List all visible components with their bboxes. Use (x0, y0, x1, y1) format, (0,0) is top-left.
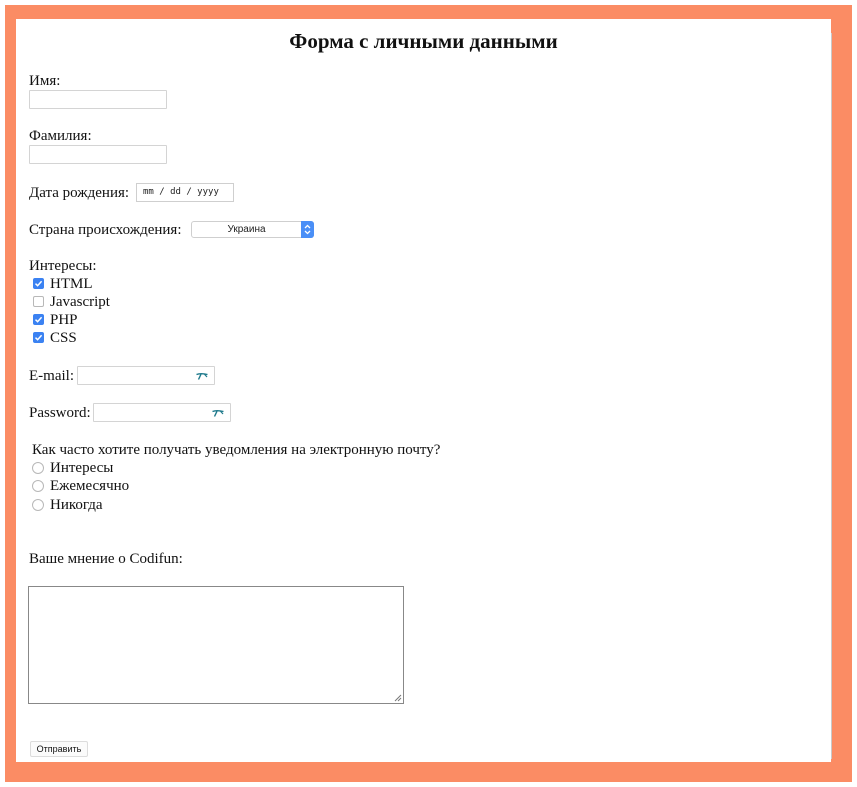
opinion-label: Ваше мнение о Codifun: (29, 551, 183, 567)
checkbox-javascript[interactable] (33, 296, 44, 307)
password-label: Password: (29, 405, 91, 421)
radio-never-label: Никогда (50, 497, 103, 513)
first-name-label: Имя: (29, 73, 61, 89)
country-label: Страна происхождения: (29, 222, 182, 238)
radio-monthly-label: Ежемесячно (50, 478, 130, 494)
submit-button[interactable]: Отправить (30, 741, 88, 757)
checkbox-css[interactable] (33, 332, 44, 343)
birth-date-label: Дата рождения: (29, 185, 130, 201)
checkbox-php-label: PHP (50, 312, 78, 328)
radio-monthly[interactable] (32, 480, 44, 492)
resize-handle-icon[interactable] (394, 694, 402, 702)
first-name-input[interactable] (29, 90, 167, 109)
checkbox-javascript-label: Javascript (50, 294, 110, 310)
last-name-label: Фамилия: (29, 128, 92, 144)
country-select-value: Украина (227, 224, 266, 235)
checkbox-css-label: CSS (50, 330, 77, 346)
checkbox-php[interactable] (33, 314, 44, 325)
password-input[interactable] (93, 403, 231, 422)
opinion-textarea[interactable] (28, 586, 404, 704)
frequency-question: Как часто хотите получать уведомления на… (32, 442, 441, 458)
form-panel: Форма с личными данными Имя: Фамилия: Да… (16, 19, 831, 762)
interests-label: Интересы: (29, 258, 97, 274)
birth-date-input[interactable]: mm / dd / yyyy (136, 183, 234, 202)
checkbox-html[interactable] (33, 278, 44, 289)
email-label: E-mail: (29, 368, 74, 384)
key-icon[interactable] (195, 370, 209, 382)
checkbox-html-label: HTML (50, 276, 93, 292)
last-name-input[interactable] (29, 145, 167, 164)
key-icon[interactable] (211, 407, 225, 419)
email-input[interactable] (77, 366, 215, 385)
chevron-updown-icon (301, 221, 314, 238)
radio-interests[interactable] (32, 462, 44, 474)
page-title: Форма с личными данными (289, 29, 558, 53)
radio-never[interactable] (32, 499, 44, 511)
country-select[interactable]: Украина (191, 221, 314, 238)
radio-interests-label: Интересы (50, 460, 114, 476)
